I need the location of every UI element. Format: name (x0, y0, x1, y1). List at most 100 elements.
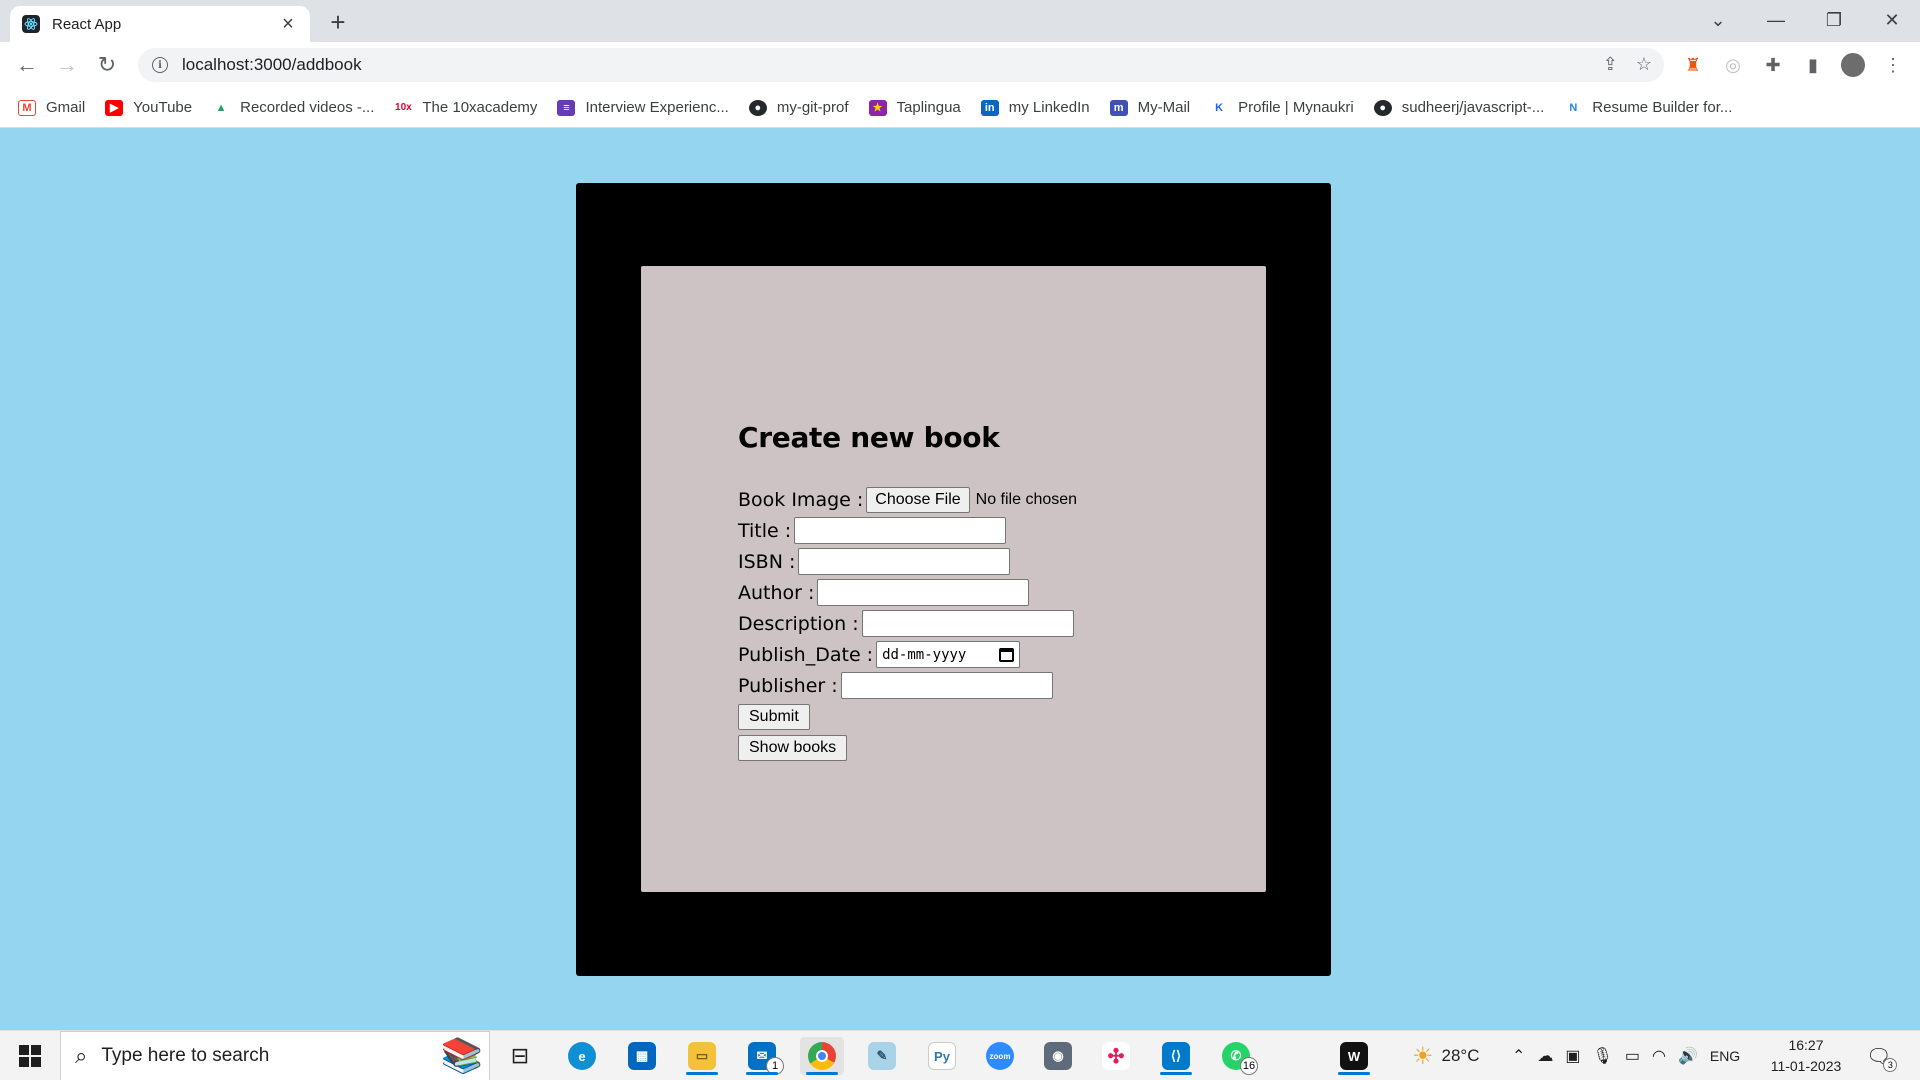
new-tab-button[interactable]: + (324, 8, 352, 36)
taskbar-search-box[interactable]: ⌕ Type here to search 📚 (60, 1031, 490, 1080)
google-drive-icon: ▲ (212, 99, 231, 116)
weather-temp: 28°C (1441, 1046, 1480, 1065)
slack-icon[interactable]: ✣ (1094, 1037, 1138, 1075)
publish-date-input[interactable]: dd-mm-yyyy (876, 641, 1021, 668)
bookmark-my-mail[interactable]: m My-Mail (1109, 99, 1191, 116)
form-card: Create new book Book Image : Choose File… (641, 266, 1266, 892)
bookmark-linkedin[interactable]: in my LinkedIn (980, 99, 1090, 116)
task-view-icon[interactable]: ⊟ (498, 1037, 542, 1075)
bookmark-star-icon[interactable]: ☆ (1636, 54, 1652, 75)
site-info-icon[interactable]: i (152, 57, 168, 73)
publisher-row: Publisher : (738, 670, 1077, 701)
chrome-icon[interactable] (800, 1037, 844, 1075)
gmail-icon: M (18, 99, 36, 116)
search-highlight-icon[interactable]: 📚 (441, 1036, 483, 1076)
bookmark-resume-builder[interactable]: N Resume Builder for... (1564, 99, 1732, 116)
title-row: Title : (738, 515, 1077, 546)
side-panel-icon[interactable]: ▮ (1798, 50, 1828, 80)
extensions-puzzle-icon[interactable]: ✚ (1758, 50, 1788, 80)
whatsapp-icon[interactable]: ✆ 16 (1214, 1037, 1258, 1075)
language-indicator[interactable]: ENG (1710, 1048, 1740, 1064)
extension-circle-icon[interactable]: ◎ (1718, 50, 1748, 80)
close-window-button[interactable]: ✕ (1864, 0, 1920, 40)
bookmark-recorded-videos[interactable]: ▲ Recorded videos -... (212, 99, 374, 116)
bookmark-youtube[interactable]: ▶ YouTube (105, 99, 192, 116)
extension-brave-icon[interactable]: ♜ (1678, 50, 1708, 80)
show-books-button[interactable]: Show books (738, 734, 848, 761)
mail-icon[interactable]: ✉ 1 (740, 1037, 784, 1075)
back-button[interactable]: ← (12, 50, 42, 80)
wifi-icon[interactable]: ◠ (1652, 1046, 1666, 1066)
submit-button[interactable]: Submit (738, 703, 810, 730)
url-text[interactable]: localhost:3000/addbook (182, 55, 362, 75)
tray-overflow-chevron-icon[interactable]: ⌃ (1512, 1046, 1525, 1066)
description-input[interactable] (861, 610, 1074, 637)
tab-search-chevron-icon[interactable]: ⌄ (1690, 0, 1746, 40)
python-icon[interactable]: Py (920, 1037, 964, 1075)
weather-widget[interactable]: ☀ 28°C (1412, 1031, 1480, 1080)
bookmark-interview-experience[interactable]: ≡ Interview Experienc... (557, 99, 729, 116)
camera-icon[interactable]: ◉ (1036, 1037, 1080, 1075)
bookmark-10xacademy[interactable]: 10x The 10xacademy (394, 99, 537, 116)
microphone-icon[interactable]: 🎙 (1593, 1046, 1613, 1066)
isbn-row: ISBN : (738, 546, 1077, 577)
bookmark-label: my LinkedIn (1008, 99, 1090, 116)
vscode-icon[interactable]: ⟨⟩ (1154, 1037, 1198, 1075)
zoom-icon[interactable]: zoom (978, 1037, 1022, 1075)
bookmark-label: My-Mail (1137, 99, 1191, 116)
show-books-row: Show books (738, 732, 1077, 763)
minimize-button[interactable]: — (1748, 0, 1804, 40)
bookmark-sudheerj-javascript[interactable]: ● sudheerj/javascript-... (1373, 99, 1544, 116)
onedrive-icon[interactable]: ☁ (1537, 1046, 1553, 1066)
page-title: Create new book (738, 421, 1000, 454)
forward-button[interactable]: → (52, 50, 82, 80)
reload-button[interactable]: ↻ (92, 50, 122, 80)
more-menu-icon[interactable]: ⋮ (1878, 50, 1908, 80)
novoresume-icon: N (1564, 99, 1583, 116)
youtube-icon: ▶ (105, 99, 124, 116)
meet-now-icon[interactable]: ▣ (1565, 1046, 1580, 1066)
title-input[interactable] (794, 517, 1007, 544)
restore-button[interactable]: ❐ (1806, 0, 1862, 40)
webex-icon[interactable]: W (1332, 1037, 1376, 1075)
volume-icon[interactable]: 🔊 (1678, 1046, 1698, 1066)
10x-icon: 10x (394, 99, 413, 116)
calendar-icon[interactable] (999, 647, 1015, 662)
tab-title: React App (52, 15, 122, 33)
profile-avatar[interactable] (1838, 50, 1868, 80)
title-label: Title : (738, 519, 792, 542)
browser-tab[interactable]: React App × (10, 6, 310, 42)
author-input[interactable] (817, 579, 1030, 606)
taskbar-clock[interactable]: 16:27 11-01-2023 (1766, 1035, 1846, 1077)
description-row: Description : (738, 608, 1077, 639)
outer-container: Create new book Book Image : Choose File… (576, 183, 1331, 976)
choose-file-button[interactable]: Choose File (866, 486, 970, 513)
bookmark-gmail[interactable]: M Gmail (18, 99, 85, 116)
bookmark-label: YouTube (133, 99, 193, 116)
bookmark-taplingua[interactable]: ★ Taplingua (868, 99, 961, 116)
tab-close-icon[interactable]: × (278, 14, 298, 34)
bookmark-my-git-prof[interactable]: ● my-git-prof (748, 99, 849, 116)
store-icon[interactable]: ▦ (620, 1037, 664, 1075)
no-file-text: No file chosen (975, 490, 1078, 508)
notepad-icon[interactable]: ✎ (860, 1037, 904, 1075)
windows-logo-icon (19, 1045, 41, 1067)
notifications-icon[interactable]: 🗨 3 (1866, 1031, 1898, 1080)
bookmarks-bar: M Gmail ▶ YouTube ▲ Recorded videos -... 10… (0, 88, 1920, 128)
share-icon[interactable]: ⇪ (1603, 54, 1618, 75)
publisher-input[interactable] (840, 672, 1053, 699)
notification-badge: 3 (1883, 1058, 1898, 1072)
edge-icon[interactable]: e (560, 1037, 604, 1075)
search-placeholder: Type here to search (101, 1045, 270, 1066)
start-button[interactable] (10, 1039, 50, 1073)
bookmark-mynaukri[interactable]: K Profile | Mynaukri (1210, 99, 1354, 116)
date-placeholder: dd-mm-yyyy (882, 646, 967, 663)
file-explorer-icon[interactable]: ▭ (680, 1037, 724, 1075)
tab-strip: React App × + ⌄ — ❐ ✕ (0, 0, 1920, 42)
github-icon: ● (1373, 99, 1392, 116)
battery-icon[interactable]: ▭ (1625, 1046, 1640, 1066)
isbn-input[interactable] (798, 548, 1011, 575)
author-label: Author : (738, 581, 815, 604)
address-bar[interactable]: i localhost:3000/addbook ⇪ ☆ (138, 48, 1664, 82)
react-icon (22, 15, 40, 33)
